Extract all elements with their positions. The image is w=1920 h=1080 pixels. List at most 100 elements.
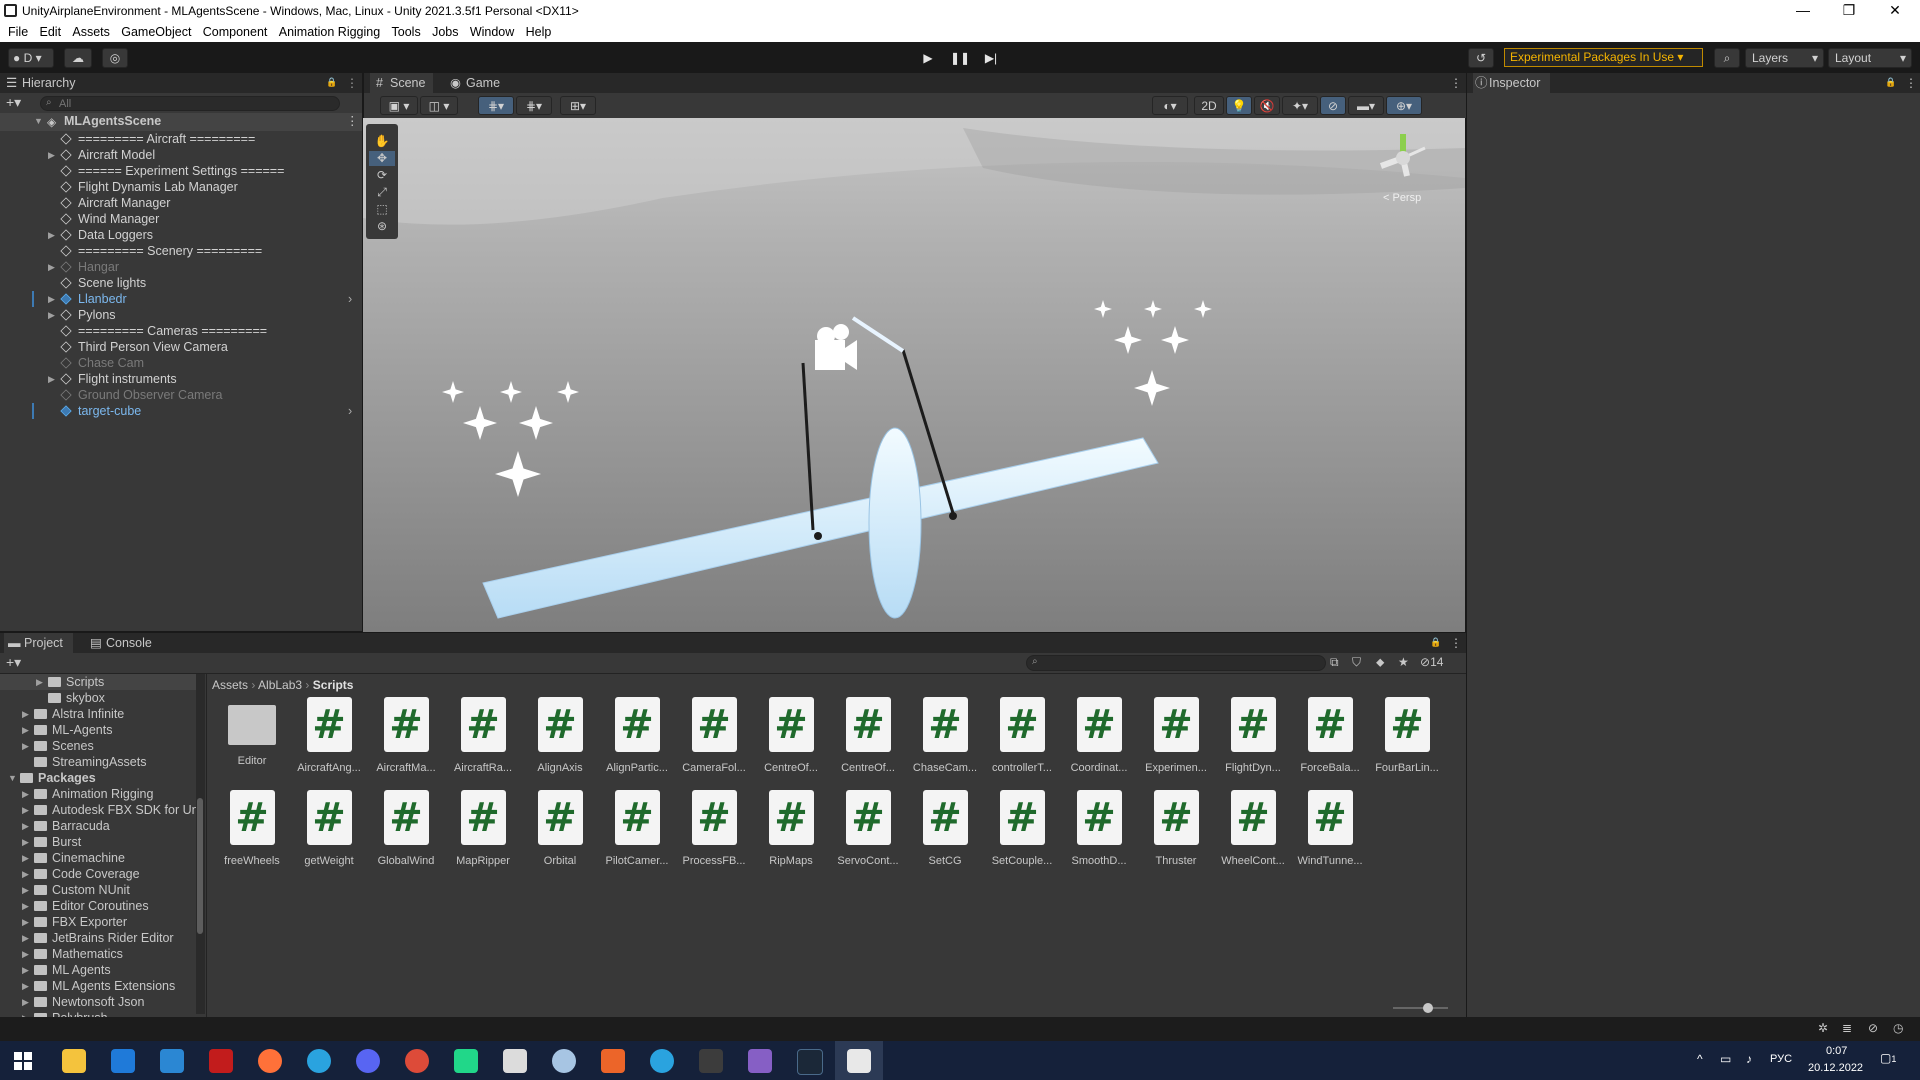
script-asset[interactable]: # ForceBala... <box>1295 697 1365 774</box>
menu-window[interactable]: Window <box>470 22 514 39</box>
hierarchy-item[interactable]: ▶ Hangar <box>0 259 362 275</box>
project-search-input[interactable] <box>1026 655 1326 671</box>
ruler-button[interactable]: ⊞▾ <box>560 96 596 115</box>
account-dropdown[interactable]: ● D ▾ <box>8 48 54 68</box>
expand-arrow-icon[interactable]: ▶ <box>48 227 55 243</box>
more-icon[interactable]: ⋮ <box>1905 76 1917 90</box>
script-asset[interactable]: # AircraftRa... <box>448 697 518 774</box>
script-asset[interactable]: # WheelCont... <box>1218 790 1288 867</box>
language-indicator[interactable]: РУС <box>1770 1053 1792 1065</box>
script-asset[interactable]: # Coordinat... <box>1064 697 1134 774</box>
script-asset[interactable]: # Orbital <box>525 790 595 867</box>
more-icon[interactable]: ⋮ <box>1450 636 1462 650</box>
tab-console[interactable]: ▤ Console <box>88 633 152 653</box>
expand-arrow-icon[interactable]: ▶ <box>48 307 55 323</box>
lock-icon[interactable]: 🔒 <box>326 77 337 88</box>
script-asset[interactable]: # ChaseCam... <box>910 697 980 774</box>
script-asset[interactable]: # MapRipper <box>448 790 518 867</box>
script-asset[interactable]: # getWeight <box>294 790 364 867</box>
script-asset[interactable]: # RipMaps <box>756 790 826 867</box>
script-asset[interactable]: # CentreOf... <box>833 697 903 774</box>
folder-tree-item[interactable]: ▶ Cinemachine <box>0 850 196 866</box>
breadcrumb-alblab3[interactable]: AlbLab3 <box>258 678 302 692</box>
expand-arrow-icon[interactable]: ▼ <box>8 770 17 786</box>
app2-icon[interactable] <box>552 1049 576 1073</box>
steam-icon[interactable] <box>797 1049 823 1075</box>
folder-tree-item[interactable]: ▶ Barracuda <box>0 818 196 834</box>
experimental-packages-dropdown[interactable]: Experimental Packages In Use ▾ <box>1504 48 1703 67</box>
hierarchy-item[interactable]: ========= Cameras ========= <box>0 323 362 339</box>
hierarchy-item[interactable]: target-cube › <box>0 403 362 419</box>
folder-tree-item[interactable]: ▶ ML Agents <box>0 962 196 978</box>
folder-tree-item[interactable]: ▶ Alstra Infinite <box>0 706 196 722</box>
hierarchy-item[interactable]: Aircraft Manager <box>0 195 362 211</box>
search-by-type-icon[interactable]: ⧉ <box>1330 655 1339 670</box>
discord-icon[interactable] <box>356 1049 380 1073</box>
menu-edit[interactable]: Edit <box>40 22 62 39</box>
clock-date[interactable]: 20.12.2022 <box>1808 1062 1863 1074</box>
expand-arrow-icon[interactable]: ▶ <box>22 978 29 994</box>
hierarchy-item[interactable]: ▶ Data Loggers <box>0 227 362 243</box>
effects-dropdown[interactable]: ✦▾ <box>1282 96 1318 115</box>
grid-snap-button[interactable]: ⋕▾ <box>478 96 514 115</box>
breadcrumb-scripts[interactable]: Scripts <box>313 678 354 692</box>
collab-icon[interactable]: ◎ <box>102 48 128 68</box>
expand-arrow-icon[interactable]: ▶ <box>22 1010 29 1017</box>
expand-arrow-icon[interactable]: ▶ <box>22 738 29 754</box>
tab-project[interactable]: ▬ Project <box>4 633 73 653</box>
expand-arrow-icon[interactable]: ▶ <box>22 866 29 882</box>
expand-arrow-icon[interactable]: ▶ <box>48 259 55 275</box>
folder-tree-item[interactable]: ▶ Burst <box>0 834 196 850</box>
more-icon[interactable]: ⋮ <box>1450 76 1462 90</box>
folder-tree-item[interactable]: ▶ Custom NUnit <box>0 882 196 898</box>
camera-dropdown[interactable]: ▬▾ <box>1348 96 1384 115</box>
network-icon[interactable]: ▭ <box>1720 1052 1731 1066</box>
history-icon[interactable]: ↺ <box>1468 48 1494 68</box>
folder-tree-item[interactable]: ▶ Polybrush <box>0 1010 196 1017</box>
stack-icon[interactable]: ≣ <box>1842 1021 1852 1035</box>
chrome-icon[interactable] <box>405 1049 429 1073</box>
more-icon[interactable]: ⋮ <box>346 76 358 90</box>
expand-arrow-icon[interactable]: ▶ <box>48 371 55 387</box>
script-asset[interactable]: # Thruster <box>1141 790 1211 867</box>
folder-asset[interactable]: Editor <box>217 697 287 767</box>
label-icon[interactable]: ⬥ <box>1376 655 1384 670</box>
menu-file[interactable]: File <box>8 22 28 39</box>
expand-arrow-icon[interactable]: ▶ <box>22 898 29 914</box>
increment-snap-button[interactable]: ⋕▾ <box>516 96 552 115</box>
tree-scrollbar[interactable] <box>196 674 205 1014</box>
folder-tree-item[interactable]: ▶ Scenes <box>0 738 196 754</box>
script-asset[interactable]: # AlignAxis <box>525 697 595 774</box>
lock-icon[interactable]: 🔒 <box>1885 77 1896 88</box>
menu-help[interactable]: Help <box>526 22 552 39</box>
store-icon[interactable] <box>111 1049 135 1073</box>
open-prefab-icon[interactable]: › <box>348 403 352 419</box>
tab-game[interactable]: ◉ Game <box>448 73 500 93</box>
layout-dropdown[interactable]: Layout ▾ <box>1828 48 1912 68</box>
render-mode-dropdown[interactable]: ◫ ▾ <box>420 96 458 115</box>
minimize-button[interactable]: — <box>1780 0 1826 22</box>
expand-arrow-icon[interactable]: ▶ <box>22 818 29 834</box>
unity-taskbar-active[interactable] <box>835 1041 883 1080</box>
folder-tree-item[interactable]: ▶ Code Coverage <box>0 866 196 882</box>
hierarchy-item[interactable]: ========= Aircraft ========= <box>0 131 362 147</box>
tab-scene[interactable]: # Scene <box>370 73 434 93</box>
firefox-icon[interactable] <box>258 1049 282 1073</box>
script-asset[interactable]: # FlightDyn... <box>1218 697 1288 774</box>
script-asset[interactable]: # CameraFol... <box>679 697 749 774</box>
folder-tree-item[interactable]: ▶ FBX Exporter <box>0 914 196 930</box>
folder-tree-item[interactable]: ▶ Animation Rigging <box>0 786 196 802</box>
move-tool-icon[interactable]: ✥ <box>369 151 395 166</box>
favorite-icon[interactable]: ★ <box>1398 655 1409 669</box>
menu-animation-rigging[interactable]: Animation Rigging <box>279 22 380 39</box>
folder-tree-item[interactable]: ▼ Packages <box>0 770 196 786</box>
expand-arrow-icon[interactable]: ▶ <box>22 802 29 818</box>
folder-tree-item[interactable]: skybox <box>0 690 196 706</box>
folder-tree-item[interactable]: StreamingAssets <box>0 754 196 770</box>
folder-tree-item[interactable]: ▶ ML Agents Extensions <box>0 978 196 994</box>
script-asset[interactable]: # AlignPartic... <box>602 697 672 774</box>
lighting-icon[interactable]: 💡 <box>1226 96 1252 115</box>
script-asset[interactable]: # SmoothD... <box>1064 790 1134 867</box>
expand-arrow-icon[interactable]: ▶ <box>22 914 29 930</box>
clock-time[interactable]: 0:07 <box>1826 1045 1847 1057</box>
